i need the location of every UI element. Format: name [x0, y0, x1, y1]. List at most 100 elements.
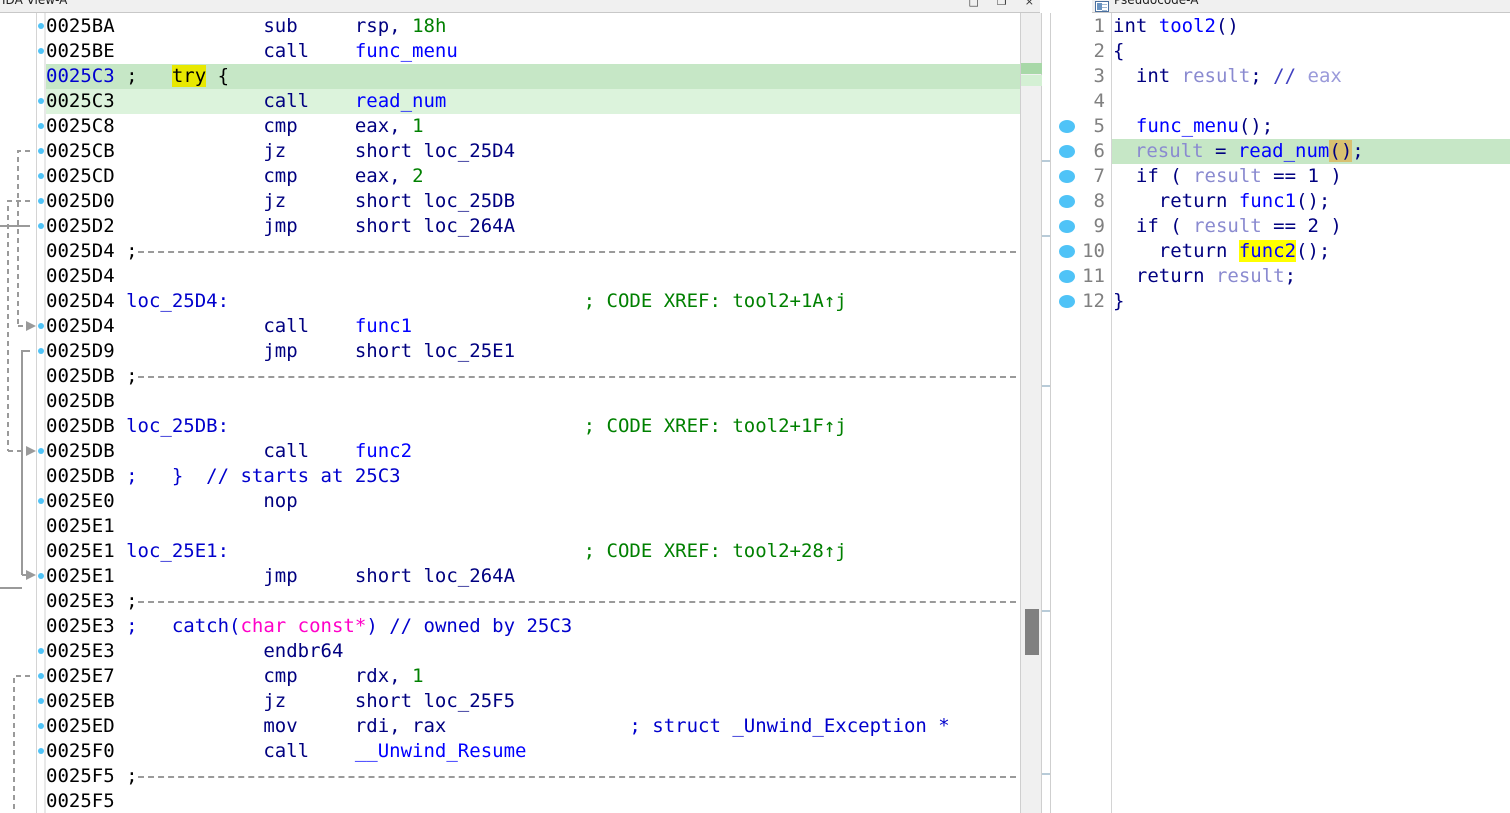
mnemonic: call: [114, 90, 355, 112]
disassembly-line[interactable]: 0025E1 jmp short loc_264A: [46, 564, 1020, 589]
disassembly-line[interactable]: 0025BA sub rsp, 18h: [46, 14, 1020, 39]
disassembly-line[interactable]: 0025C8 cmp eax, 1: [46, 114, 1020, 139]
mnemonic: call: [114, 40, 355, 62]
operand-comment: ; struct _Unwind_Exception *: [629, 715, 950, 737]
disassembly-line[interactable]: 0025C3 ; try {: [46, 64, 1020, 89]
xref-comment: ; CODE XREF: tool2+28↑j: [583, 540, 847, 562]
pseudocode-breakpoint-column[interactable]: 1 2 3 4 5 6 7 8 9 10 11 12: [1051, 13, 1105, 813]
disassembly-line[interactable]: 0025DB call func2: [46, 439, 1020, 464]
operand-number: 1: [412, 665, 424, 687]
pseudocode-gutter-divider: [1111, 13, 1112, 813]
operand-number: 1: [412, 115, 424, 137]
comment-text: eax: [1307, 65, 1342, 87]
mnemonic: call: [114, 740, 355, 762]
operand-target[interactable]: __Unwind_Resume: [355, 740, 527, 762]
pseudocode-line-number: 6: [1093, 140, 1105, 162]
gutter-divider: [36, 13, 37, 813]
pseudocode-line[interactable]: if ( result == 2 ): [1113, 214, 1510, 239]
separator-semicolon: ;: [114, 365, 138, 387]
disassembly-line[interactable]: 0025D4 ;: [46, 239, 1020, 264]
disassembly-line[interactable]: 0025F0 call __Unwind_Resume: [46, 739, 1020, 764]
pseudocode-pane[interactable]: 1 2 3 4 5 6 7 8 9 10 11 12 int tool2(){ int result;…: [1051, 13, 1510, 813]
variable-name[interactable]: result: [1193, 215, 1262, 237]
operands: rdx,: [354, 665, 413, 687]
scroll-marker-current: [1021, 63, 1043, 74]
disassembly-pane[interactable]: 0025BA sub rsp, 18h 0025BE call func_menu…: [0, 13, 1020, 813]
function-name[interactable]: func_menu: [1136, 115, 1239, 137]
mnemonic: jz: [114, 140, 355, 162]
disassembly-line[interactable]: 0025DB ;: [46, 364, 1020, 389]
pseudocode-line[interactable]: func_menu();: [1113, 114, 1510, 139]
pseudocode-line[interactable]: return result;: [1113, 264, 1510, 289]
disassembly-line[interactable]: 0025DB: [46, 389, 1020, 414]
line-address: 0025BA: [46, 15, 115, 37]
disassembly-line[interactable]: 0025D9 jmp short loc_25E1: [46, 339, 1020, 364]
restore-icon[interactable]: ❐: [997, 0, 1007, 8]
code-label[interactable]: loc_25E1:: [115, 540, 584, 562]
disassembly-line[interactable]: 0025E3 ;: [46, 589, 1020, 614]
maximize-icon[interactable]: □: [969, 0, 979, 8]
window-controls[interactable]: □ ❐ ×: [969, 0, 1035, 8]
disassembly-line[interactable]: 0025D4 loc_25D4: ; CODE XREF: tool2+1A↑j: [46, 289, 1020, 314]
variable-name[interactable]: result: [1182, 65, 1251, 87]
disassembly-line[interactable]: 0025BE call func_menu: [46, 39, 1020, 64]
pseudocode-line[interactable]: if ( result == 1 ): [1113, 164, 1510, 189]
pseudocode-titlebar[interactable]: Pseudocode-A: [1092, 0, 1510, 13]
pseudocode-line[interactable]: return func1();: [1113, 189, 1510, 214]
line-address: 0025DB: [46, 415, 115, 437]
function-name[interactable]: tool2: [1159, 15, 1216, 37]
disassembly-line[interactable]: 0025D2 jmp short loc_264A: [46, 214, 1020, 239]
pseudocode-line[interactable]: int result; // eax: [1113, 64, 1510, 89]
disassembly-line[interactable]: 0025E1: [46, 514, 1020, 539]
pseudocode-line[interactable]: return func2();: [1113, 239, 1510, 264]
disassembly-line[interactable]: 0025EB jz short loc_25F5: [46, 689, 1020, 714]
pseudocode-title: Pseudocode-A: [1114, 0, 1199, 7]
disassembly-lines[interactable]: 0025BA sub rsp, 18h 0025BE call func_menu…: [46, 13, 1020, 813]
operands: short loc_25E1: [354, 340, 630, 362]
disassembly-line[interactable]: 0025F5: [46, 789, 1020, 813]
code-label[interactable]: loc_25DB:: [115, 415, 584, 437]
disassembly-line[interactable]: 0025E3 ; catch(char const*) // owned by …: [46, 614, 1020, 639]
jump-arrows-gutter: [0, 13, 38, 813]
disassembly-line[interactable]: 0025E0 nop: [46, 489, 1020, 514]
line-address: 0025D9: [46, 340, 115, 362]
line-address: 0025DB: [46, 365, 115, 387]
disassembly-line[interactable]: 0025DB loc_25DB: ; CODE XREF: tool2+1F↑j: [46, 414, 1020, 439]
operand-target[interactable]: func1: [355, 315, 412, 337]
disassembly-line[interactable]: 0025CB jz short loc_25D4: [46, 139, 1020, 164]
mnemonic: cmp: [114, 165, 355, 187]
disassembly-scrollbar[interactable]: [1020, 13, 1043, 813]
scrollbar-thumb[interactable]: [1025, 609, 1039, 655]
close-icon[interactable]: ×: [1025, 0, 1034, 8]
function-name[interactable]: func1: [1239, 190, 1296, 212]
operand-number: 2: [412, 165, 424, 187]
operand-target[interactable]: func_menu: [355, 40, 458, 62]
disassembly-line[interactable]: 0025F5 ;: [46, 764, 1020, 789]
disassembly-line[interactable]: 0025D0 jz short loc_25DB: [46, 189, 1020, 214]
pseudocode-line[interactable]: [1113, 89, 1510, 114]
function-name[interactable]: read_num: [1238, 140, 1330, 162]
code-label[interactable]: loc_25D4:: [115, 290, 584, 312]
disassembly-line[interactable]: 0025DB ; } // starts at 25C3: [46, 464, 1020, 489]
pseudocode-line[interactable]: {: [1113, 39, 1510, 64]
variable-name[interactable]: result: [1216, 265, 1285, 287]
pseudocode-line[interactable]: int tool2(): [1113, 14, 1510, 39]
disassembly-line[interactable]: 0025CD cmp eax, 2: [46, 164, 1020, 189]
ida-view-titlebar[interactable]: IDA View-A □ ❐ ×: [0, 0, 1040, 13]
operand-target[interactable]: func2: [355, 440, 412, 462]
disassembly-line[interactable]: 0025C3 call read_num: [46, 89, 1020, 114]
operands: short loc_25F5: [354, 690, 630, 712]
disassembly-line[interactable]: 0025ED mov rdi, rax ; struct _Unwind_Exc…: [46, 714, 1020, 739]
disassembly-line[interactable]: 0025D4: [46, 264, 1020, 289]
disassembly-line[interactable]: 0025E1 loc_25E1: ; CODE XREF: tool2+28↑j: [46, 539, 1020, 564]
line-address: 0025D4: [46, 240, 115, 262]
disassembly-line[interactable]: 0025E3 endbr64: [46, 639, 1020, 664]
disassembly-line[interactable]: 0025E7 cmp rdx, 1: [46, 664, 1020, 689]
pseudocode-line[interactable]: }: [1113, 289, 1510, 314]
disassembly-line[interactable]: 0025D4 call func1: [46, 314, 1020, 339]
variable-name[interactable]: result: [1193, 165, 1262, 187]
operand-target[interactable]: read_num: [355, 90, 447, 112]
variable-name[interactable]: result: [1135, 140, 1204, 162]
highlighted-identifier[interactable]: func2: [1238, 240, 1297, 262]
pseudocode-line[interactable]: result = read_num();: [1112, 139, 1510, 164]
